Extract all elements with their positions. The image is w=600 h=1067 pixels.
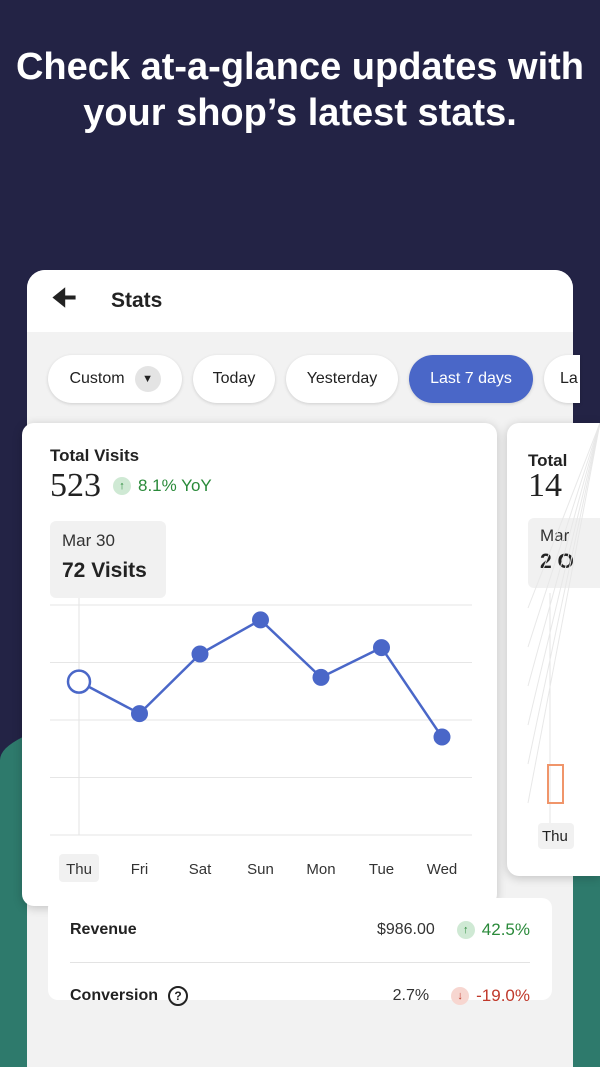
x-tick-label: Sat bbox=[189, 861, 212, 878]
x-tick-label: Fri bbox=[131, 861, 149, 878]
headline: Check at-a-glance updates with your shop… bbox=[15, 46, 584, 134]
chip-label: La bbox=[560, 370, 578, 387]
chip-more[interactable]: La bbox=[544, 355, 580, 403]
data-point bbox=[66, 669, 92, 694]
x-tick-label: Wed bbox=[427, 861, 458, 878]
arrow-down-icon: ↓ bbox=[451, 986, 470, 1005]
metric-change-wrap: ↑ 42.5% bbox=[456, 920, 530, 940]
data-point bbox=[312, 668, 330, 686]
side-chart bbox=[527, 423, 600, 849]
metric-value: $986.00 bbox=[376, 921, 435, 938]
metric-change: -19.0% bbox=[476, 985, 530, 1005]
chip-today[interactable]: Today bbox=[193, 355, 275, 403]
x-tick-label: Thu bbox=[66, 861, 92, 878]
chip-label: Last 7 days bbox=[430, 370, 512, 387]
visits-card[interactable]: Total Visits 523 ↑ 8.1% YoY Mar 30 72 Vis… bbox=[22, 423, 497, 906]
chip-last-7-days[interactable]: Last 7 days bbox=[409, 355, 533, 403]
arrow-left-icon[interactable]: 🠈 bbox=[51, 277, 111, 325]
metric-revenue[interactable]: Revenue $986.00 ↑ 42.5% bbox=[70, 898, 530, 962]
page-title: Stats bbox=[111, 289, 163, 312]
arrow-up-icon: ↑ bbox=[456, 921, 475, 939]
chip-label: Today bbox=[212, 370, 256, 387]
help-icon[interactable]: ? bbox=[168, 985, 189, 1006]
metric-value: 2.7% bbox=[392, 986, 430, 1004]
x-tick-label: Tue bbox=[369, 861, 394, 878]
x-label: Thu bbox=[542, 828, 568, 845]
side-card[interactable]: Total 14 Mar 2 O Thu bbox=[507, 423, 600, 876]
chevron-down-icon: ▼ bbox=[134, 366, 161, 392]
data-point bbox=[252, 611, 269, 629]
x-tick-label: Sun bbox=[247, 861, 274, 878]
metric-name-wrap: Conversion? bbox=[70, 985, 393, 1006]
chip-custom[interactable]: Custom ▼ bbox=[48, 355, 182, 403]
chip-yesterday[interactable]: Yesterday bbox=[286, 355, 398, 403]
x-tick-label: Mon bbox=[306, 861, 335, 878]
data-point bbox=[191, 645, 209, 663]
metric-change: 42.5% bbox=[481, 920, 530, 939]
metrics-list: Revenue $986.00 ↑ 42.5% Conversion? 2.7% … bbox=[48, 898, 552, 1006]
metric-conversion[interactable]: Conversion? 2.7% ↓ -19.0% bbox=[70, 962, 530, 1028]
gridlines bbox=[527, 423, 600, 804]
metric-change-wrap: ↓ -19.0% bbox=[451, 986, 530, 1006]
date-range-chips: Custom ▼ Today Yesterday Last 7 days La bbox=[48, 355, 580, 403]
data-point bbox=[131, 705, 148, 723]
visits-line-chart[interactable]: Thu Fri Sat Sun Mon Tue Wed bbox=[22, 423, 497, 906]
chip-label: Yesterday bbox=[306, 370, 378, 387]
metric-name: Conversion bbox=[70, 986, 159, 1004]
metric-name: Revenue bbox=[70, 921, 137, 938]
data-point bbox=[373, 639, 390, 657]
app-bar: 🠈 Stats bbox=[27, 270, 573, 332]
data-point bbox=[433, 728, 451, 746]
chip-label: Custom bbox=[69, 370, 125, 387]
